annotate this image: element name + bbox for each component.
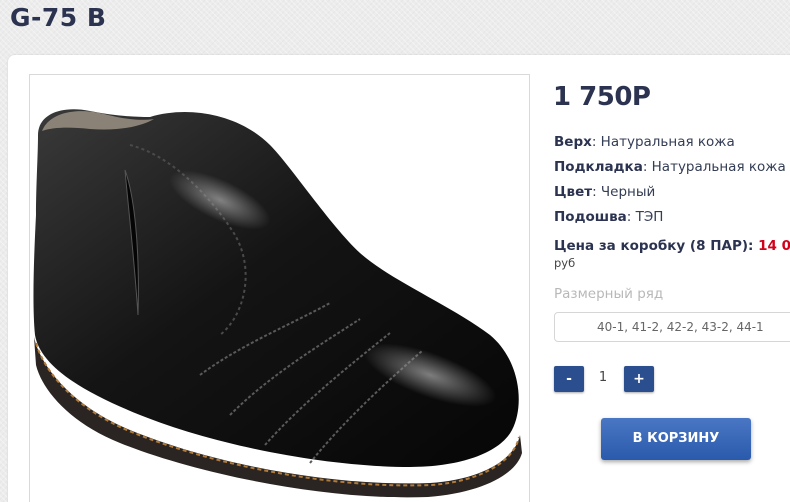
size-range-select[interactable]: 40-1, 41-2, 42-2, 43-2, 44-1 [554,312,790,342]
box-price-label: Цена за коробку (8 ПАР): [554,238,754,254]
spec-color-label: Цвет [554,184,593,200]
spec-sole-value: : ТЭП [626,209,664,225]
spec-lining: Подкладка: Натуральная кожа [554,159,786,175]
spec-color-value: : Черный [592,184,656,200]
add-to-cart-button[interactable]: В КОРЗИНУ [601,418,751,460]
box-price-value: 14 000 [758,238,790,254]
product-price: 1 750Р [553,82,651,112]
spec-sole-label: Подошва [554,209,627,225]
spec-upper-label: Верх [554,134,592,150]
page-title: G-75 B [10,3,107,32]
spec-upper-value: : Натуральная кожа [591,134,735,150]
quantity-value[interactable]: 1 [590,370,616,385]
spec-upper: Верх: Натуральная кожа [554,134,735,150]
box-price: Цена за коробку (8 ПАР): 14 000 [554,238,790,254]
spec-color: Цвет: Черный [554,184,655,200]
spec-sole: Подошва: ТЭП [554,209,663,225]
boot-illustration [33,109,522,498]
product-image[interactable] [29,74,530,502]
quantity-increase-button[interactable]: + [624,366,654,392]
size-range-label: Размерный ряд [554,286,664,302]
spec-lining-label: Подкладка [554,159,643,175]
quantity-decrease-button[interactable]: - [554,366,584,392]
spec-lining-value: : Натуральная кожа [642,159,786,175]
box-price-currency: руб [554,256,576,270]
